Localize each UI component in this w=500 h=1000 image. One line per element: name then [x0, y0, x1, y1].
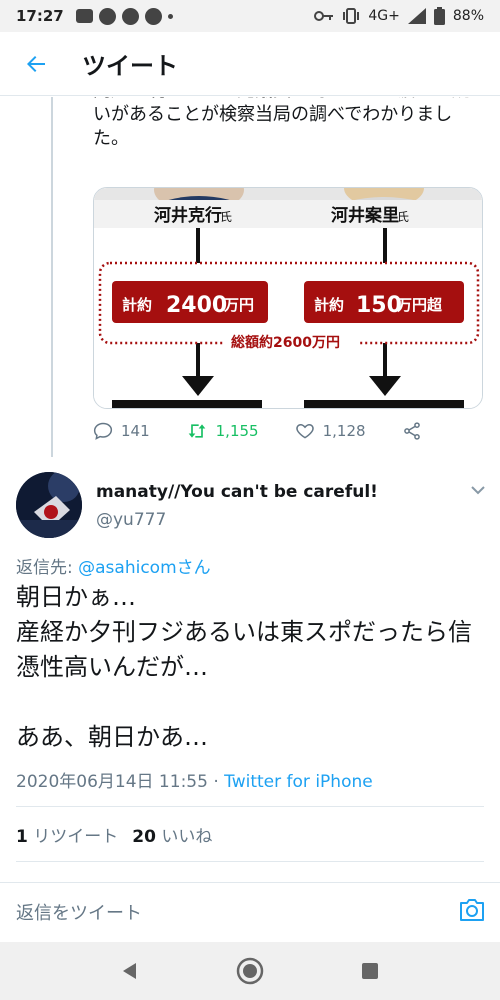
- status-bar: 17:27 4G+ 88%: [0, 0, 500, 32]
- parent-tweet[interactable]: 円超の現金を、地元議員ら約100人に渡した疑いがあることが検察当局の調べでわかり…: [0, 97, 500, 462]
- meta-separator: ·: [207, 772, 225, 792]
- nav-back-button[interactable]: [110, 951, 150, 991]
- nav-home-button[interactable]: [230, 951, 270, 991]
- left-amount-prefix: 計約: [122, 296, 152, 314]
- author-name[interactable]: manaty//You can't be careful!: [96, 482, 378, 502]
- reply-prefix: 返信先:: [16, 558, 79, 578]
- tweet-stats: 1 リツイート 20 いいね: [16, 822, 212, 847]
- parent-tweet-actions: 141 1,155 1,128: [93, 421, 473, 441]
- like-button[interactable]: 1,128: [295, 421, 366, 441]
- battery-icon: [433, 7, 445, 25]
- ball-icon: [144, 7, 162, 25]
- vibrate-icon: [343, 8, 360, 24]
- likes-stat-count: 20: [132, 827, 156, 847]
- tweet-source[interactable]: Twitter for iPhone: [224, 772, 373, 792]
- tweet-author: manaty//You can't be careful! @yu777: [16, 472, 486, 542]
- news-graphic: 河井克行 氏 河井案里 氏 計約 2400 万円 計約 150 万円超 総額約2…: [94, 188, 482, 408]
- retweets-stat-label: リツイート: [33, 827, 119, 847]
- heart-icon: [295, 423, 314, 439]
- nhk-icon: [75, 9, 93, 23]
- square-recents-icon: [362, 963, 378, 979]
- ball-icon: [98, 7, 116, 25]
- camera-button[interactable]: [458, 897, 486, 927]
- thread-line: [51, 97, 53, 457]
- chevron-down-icon: [471, 486, 485, 495]
- avatar[interactable]: [16, 472, 82, 538]
- triangle-back-icon: [123, 963, 136, 979]
- reply-count: 141: [121, 422, 150, 440]
- retweet-button[interactable]: 1,155: [186, 421, 259, 441]
- reply-icon: [93, 422, 113, 440]
- tweet-text: 朝日かぁ… 産経か夕刊フジあるいは東スポだったら信憑性高いんだが… ああ、朝日か…: [16, 583, 472, 751]
- tweet-options-button[interactable]: [470, 480, 486, 499]
- key-icon: [314, 11, 334, 21]
- tweet-action-bar-partial: [16, 872, 484, 880]
- right-amount-prefix: 計約: [314, 296, 344, 314]
- left-amount: 2400: [166, 293, 227, 318]
- left-name: 河井克行: [154, 205, 222, 226]
- home-circle-icon: [236, 957, 264, 985]
- tweet-timestamp: 2020年06月14日 11:55: [16, 772, 208, 792]
- parent-tweet-text: 円超の現金を、地元議員ら約100人に渡した疑いがあることが検察当局の調べでわかり…: [93, 97, 469, 149]
- share-icon: [403, 422, 420, 440]
- signal-icon: [407, 8, 426, 24]
- right-amount: 150: [356, 293, 402, 318]
- page-title: ツイート: [82, 52, 178, 80]
- likes-stat-label: いいね: [161, 827, 213, 847]
- total-amount: 総額約2600万円: [231, 334, 340, 351]
- left-name-suffix: 氏: [220, 210, 232, 224]
- network-type: 4G+: [368, 8, 400, 24]
- like-count: 1,128: [322, 422, 366, 440]
- status-time: 17:27: [16, 7, 64, 25]
- right-amount-suffix: 万円超: [396, 296, 443, 314]
- battery-level: 88%: [452, 8, 484, 24]
- divider: [16, 861, 484, 862]
- nav-recents-button[interactable]: [350, 951, 390, 991]
- action-icons-clipped: [16, 879, 484, 880]
- right-name: 河井案里: [331, 205, 399, 226]
- likes-stat[interactable]: 20 いいね: [132, 822, 212, 847]
- app-header: ツイート: [0, 32, 500, 96]
- notification-icons: [75, 7, 173, 25]
- reply-input[interactable]: 返信をツイート: [16, 899, 142, 925]
- right-name-suffix: 氏: [397, 210, 409, 224]
- divider: [16, 806, 484, 807]
- left-amount-suffix: 万円: [223, 296, 254, 314]
- reply-composer: 返信をツイート: [0, 882, 500, 942]
- tweet-meta: 2020年06月14日 11:55 · Twitter for iPhone: [16, 767, 373, 792]
- tweet-image[interactable]: 河井克行 氏 河井案里 氏 計約 2400 万円 計約 150 万円超 総額約2…: [93, 187, 483, 409]
- back-arrow-icon: [27, 55, 45, 72]
- ball-icon: [121, 7, 139, 25]
- author-handle[interactable]: @yu777: [96, 510, 166, 530]
- retweet-count: 1,155: [215, 422, 259, 440]
- reply-to-handle[interactable]: @asahicomさん: [78, 558, 211, 578]
- avatar-image: [16, 472, 82, 538]
- dot-icon: [167, 13, 173, 19]
- reply-button[interactable]: 141: [93, 421, 150, 441]
- camera-icon: [460, 899, 484, 921]
- back-button[interactable]: [0, 32, 72, 96]
- share-button[interactable]: [402, 421, 422, 441]
- retweets-stat-count: 1: [16, 827, 28, 847]
- retweet-icon: [188, 424, 205, 438]
- system-nav-bar: [0, 942, 500, 1000]
- reply-context: 返信先: @asahicomさん: [16, 553, 211, 578]
- retweets-stat[interactable]: 1 リツイート: [16, 822, 118, 847]
